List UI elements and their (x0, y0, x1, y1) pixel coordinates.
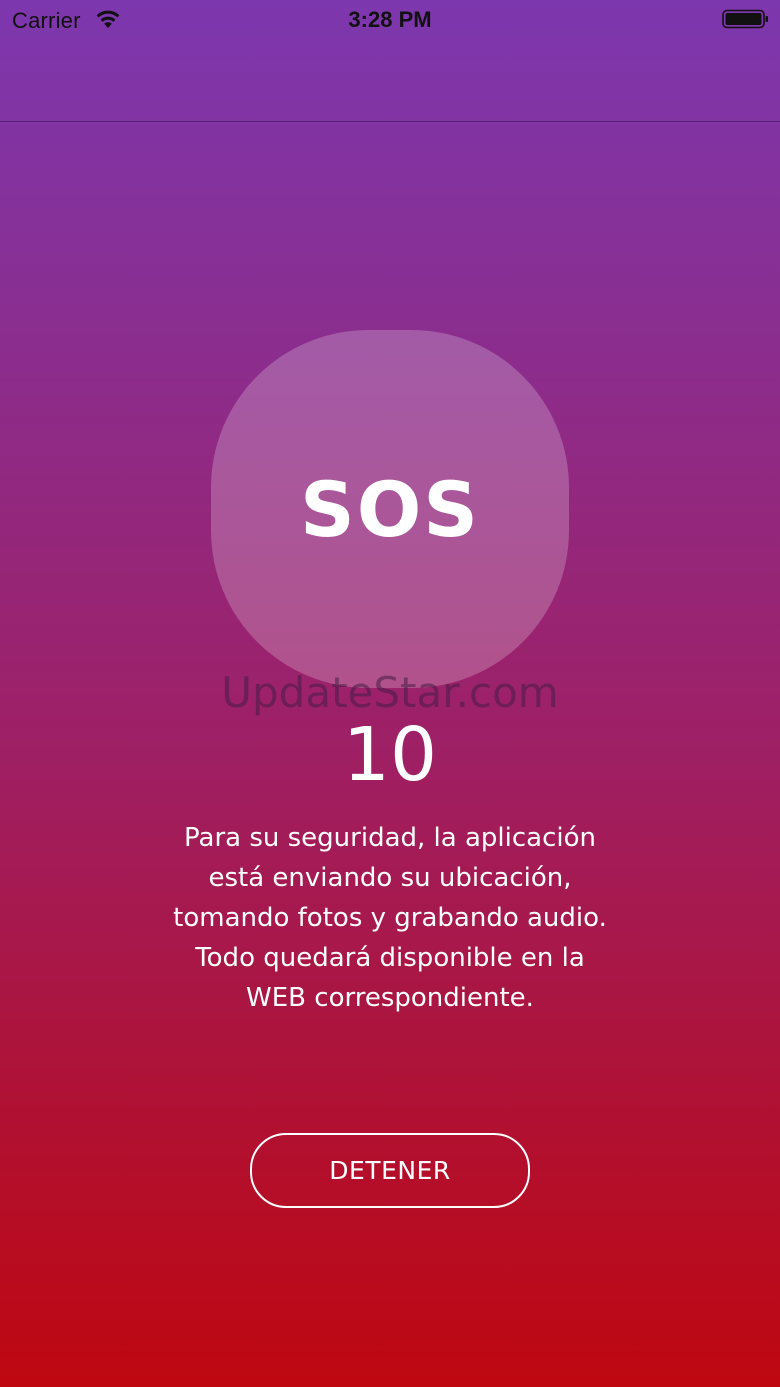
info-message: Para su seguridad, la aplicación está en… (173, 823, 607, 1013)
sos-button[interactable]: SOS (211, 330, 569, 688)
sos-label: SOS (299, 464, 481, 554)
watermark: UpdateStar.com (221, 668, 559, 717)
stop-button[interactable]: DETENER (250, 1133, 530, 1208)
status-bar: Carrier 3:28 PM (0, 0, 780, 40)
status-time: 3:28 PM (348, 7, 432, 32)
sos-screen: Carrier 3:28 PM SOS UpdateStar.com 10 Pa… (0, 0, 780, 1387)
stop-button-label: DETENER (329, 1156, 451, 1185)
battery-icon (722, 9, 768, 29)
navigation-bar (0, 40, 780, 122)
countdown-number: 10 (342, 712, 438, 798)
